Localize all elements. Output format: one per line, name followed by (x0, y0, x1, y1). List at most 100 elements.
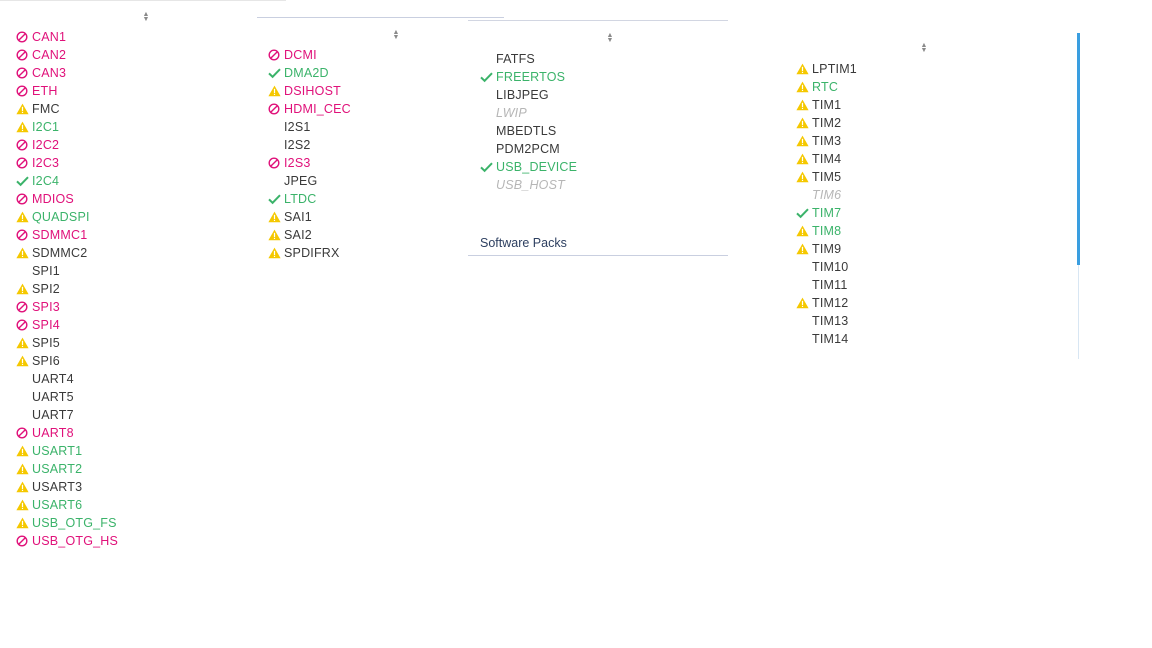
peripheral-item-sai2[interactable]: SAI2 (266, 226, 466, 244)
warning-icon (14, 100, 32, 118)
peripheral-item-freertos[interactable]: FREERTOS (478, 68, 728, 86)
warning-icon (794, 168, 812, 186)
peripheral-label: SDMMC1 (32, 228, 88, 242)
peripheral-item-tim5[interactable]: TIM5 (794, 168, 1074, 186)
peripheral-item-spi4[interactable]: SPI4 (14, 316, 254, 334)
peripheral-item-tim7[interactable]: TIM7 (794, 204, 1074, 222)
prohibited-icon (14, 190, 32, 208)
warning-icon (266, 244, 284, 262)
prohibited-icon (266, 100, 284, 118)
peripheral-item-usb_host[interactable]: USB_HOST (478, 176, 728, 194)
peripheral-item-i2c4[interactable]: I2C4 (14, 172, 254, 190)
peripheral-item-spdifrx[interactable]: SPDIFRX (266, 244, 466, 262)
peripheral-item-tim13[interactable]: TIM13 (794, 312, 1074, 330)
peripheral-item-uart7[interactable]: UART7 (14, 406, 254, 424)
icon-placeholder (794, 330, 812, 348)
warning-icon (794, 60, 812, 78)
peripheral-item-tim9[interactable]: TIM9 (794, 240, 1074, 258)
peripheral-item-can1[interactable]: CAN1 (14, 28, 254, 46)
peripheral-item-i2s1[interactable]: I2S1 (266, 118, 466, 136)
scrollbar-thumb[interactable] (1077, 33, 1080, 265)
peripheral-item-usb_otg_hs[interactable]: USB_OTG_HS (14, 532, 254, 550)
warning-icon (14, 514, 32, 532)
peripheral-item-can3[interactable]: CAN3 (14, 64, 254, 82)
warning-icon (266, 208, 284, 226)
prohibited-icon (14, 424, 32, 442)
peripheral-label: USART1 (32, 444, 83, 458)
peripheral-item-i2c1[interactable]: I2C1 (14, 118, 254, 136)
peripheral-label: LTDC (284, 192, 317, 206)
peripheral-item-uart4[interactable]: UART4 (14, 370, 254, 388)
peripheral-item-i2s2[interactable]: I2S2 (266, 136, 466, 154)
peripheral-item-tim4[interactable]: TIM4 (794, 150, 1074, 168)
peripheral-item-tim12[interactable]: TIM12 (794, 294, 1074, 312)
peripheral-item-lwip[interactable]: LWIP (478, 104, 728, 122)
sort-arrow-col4[interactable]: ▲ ▼ (920, 42, 928, 54)
peripheral-item-usart6[interactable]: USART6 (14, 496, 254, 514)
sort-arrow-col2[interactable]: ▲ ▼ (392, 29, 400, 41)
peripheral-item-tim6[interactable]: TIM6 (794, 186, 1074, 204)
sort-arrow-col1[interactable]: ▲ ▼ (142, 11, 150, 23)
peripheral-item-mbedtls[interactable]: MBEDTLS (478, 122, 728, 140)
peripheral-item-spi6[interactable]: SPI6 (14, 352, 254, 370)
icon-placeholder (478, 86, 496, 104)
warning-icon (14, 478, 32, 496)
peripheral-item-tim2[interactable]: TIM2 (794, 114, 1074, 132)
peripheral-item-spi5[interactable]: SPI5 (14, 334, 254, 352)
peripheral-item-hdmi_cec[interactable]: HDMI_CEC (266, 100, 466, 118)
peripheral-item-fatfs[interactable]: FATFS (478, 50, 728, 68)
peripheral-item-sai1[interactable]: SAI1 (266, 208, 466, 226)
peripheral-item-uart5[interactable]: UART5 (14, 388, 254, 406)
peripheral-label: SPI3 (32, 300, 60, 314)
peripheral-item-pdm2pcm[interactable]: PDM2PCM (478, 140, 728, 158)
peripheral-item-tim10[interactable]: TIM10 (794, 258, 1074, 276)
peripheral-item-quadspi[interactable]: QUADSPI (14, 208, 254, 226)
peripheral-item-dcmi[interactable]: DCMI (266, 46, 466, 64)
header-divider-1 (0, 0, 286, 1)
peripheral-item-spi3[interactable]: SPI3 (14, 298, 254, 316)
peripheral-item-dsihost[interactable]: DSIHOST (266, 82, 466, 100)
scrollbar-track[interactable] (1078, 265, 1079, 359)
peripheral-item-sdmmc1[interactable]: SDMMC1 (14, 226, 254, 244)
peripheral-item-usart3[interactable]: USART3 (14, 478, 254, 496)
peripheral-label: UART4 (32, 372, 74, 386)
peripheral-item-i2s3[interactable]: I2S3 (266, 154, 466, 172)
software-packs-header[interactable]: Software Packs (480, 236, 567, 250)
peripheral-item-usart2[interactable]: USART2 (14, 460, 254, 478)
prohibited-icon (266, 154, 284, 172)
prohibited-icon (14, 316, 32, 334)
peripheral-item-fmc[interactable]: FMC (14, 100, 254, 118)
peripheral-item-spi2[interactable]: SPI2 (14, 280, 254, 298)
peripheral-label: JPEG (284, 174, 318, 188)
peripheral-item-usb_otg_fs[interactable]: USB_OTG_FS (14, 514, 254, 532)
peripheral-item-spi1[interactable]: SPI1 (14, 262, 254, 280)
peripheral-item-sdmmc2[interactable]: SDMMC2 (14, 244, 254, 262)
peripheral-item-rtc[interactable]: RTC (794, 78, 1074, 96)
peripheral-item-tim11[interactable]: TIM11 (794, 276, 1074, 294)
checkmark-icon (14, 172, 32, 190)
peripheral-label: HDMI_CEC (284, 102, 351, 116)
peripheral-item-mdios[interactable]: MDIOS (14, 190, 254, 208)
peripheral-item-libjpeg[interactable]: LIBJPEG (478, 86, 728, 104)
peripheral-item-jpeg[interactable]: JPEG (266, 172, 466, 190)
checkmark-icon (478, 68, 496, 86)
warning-icon (794, 150, 812, 168)
prohibited-icon (14, 154, 32, 172)
peripheral-item-i2c3[interactable]: I2C3 (14, 154, 254, 172)
peripheral-item-uart8[interactable]: UART8 (14, 424, 254, 442)
peripheral-item-tim14[interactable]: TIM14 (794, 330, 1074, 348)
peripheral-item-can2[interactable]: CAN2 (14, 46, 254, 64)
peripheral-item-dma2d[interactable]: DMA2D (266, 64, 466, 82)
peripheral-item-usb_device[interactable]: USB_DEVICE (478, 158, 728, 176)
peripheral-item-i2c2[interactable]: I2C2 (14, 136, 254, 154)
peripheral-item-tim1[interactable]: TIM1 (794, 96, 1074, 114)
peripheral-item-tim3[interactable]: TIM3 (794, 132, 1074, 150)
peripheral-item-lptim1[interactable]: LPTIM1 (794, 60, 1074, 78)
peripheral-item-tim8[interactable]: TIM8 (794, 222, 1074, 240)
peripheral-label: TIM4 (812, 152, 842, 166)
sort-arrow-col3[interactable]: ▲ ▼ (606, 32, 614, 44)
peripheral-item-usart1[interactable]: USART1 (14, 442, 254, 460)
peripheral-item-ltdc[interactable]: LTDC (266, 190, 466, 208)
peripheral-item-eth[interactable]: ETH (14, 82, 254, 100)
prohibited-icon (14, 226, 32, 244)
